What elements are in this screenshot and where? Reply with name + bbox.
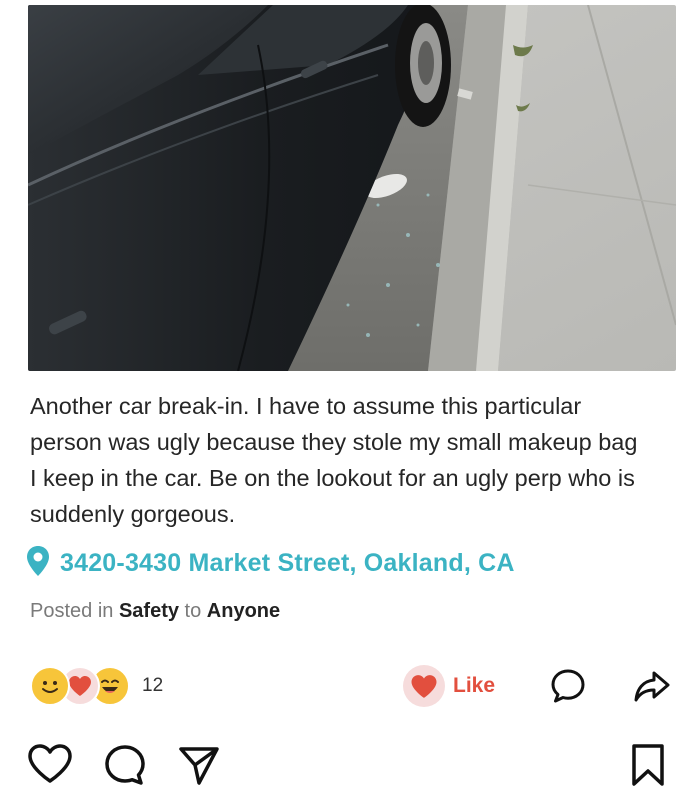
heart-outline-icon[interactable] xyxy=(26,742,74,786)
post-photo[interactable] xyxy=(28,5,676,371)
comment-outline-icon[interactable] xyxy=(102,742,148,788)
comment-icon[interactable] xyxy=(548,666,588,706)
post-body-text: Another car break-in. I have to assume t… xyxy=(30,393,638,527)
smile-emoji-icon xyxy=(30,666,70,706)
car-photo-image xyxy=(28,5,676,371)
bookmark-icon[interactable] xyxy=(628,742,668,788)
post-card: Another car break-in. I have to assume t… xyxy=(0,0,700,801)
reaction-count: 12 xyxy=(142,675,164,696)
like-button[interactable]: Like xyxy=(403,664,495,708)
location-link[interactable]: 3420-3430 Market Street, Oakland, CA xyxy=(26,545,515,582)
location-pin-icon xyxy=(26,545,50,582)
category-link[interactable]: Safety xyxy=(119,600,179,622)
like-label: Like xyxy=(453,674,496,697)
posted-prefix: Posted in xyxy=(30,600,114,622)
posted-to-word: to xyxy=(184,600,202,622)
like-heart-icon xyxy=(403,665,445,707)
share-icon[interactable] xyxy=(632,666,672,706)
send-icon[interactable] xyxy=(176,742,222,788)
audience-link[interactable]: Anyone xyxy=(207,600,280,622)
reactions-summary[interactable]: 12 xyxy=(30,664,163,708)
posted-in-line: Posted in Safety to Anyone xyxy=(30,600,280,623)
location-text[interactable]: 3420-3430 Market Street, Oakland, CA xyxy=(60,549,515,578)
